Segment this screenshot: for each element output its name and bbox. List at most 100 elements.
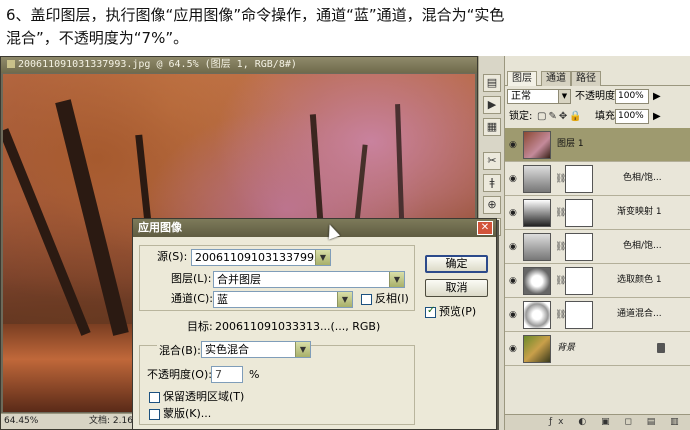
document-title-bar[interactable]: 200611091031337993.jpg @ 64.5% (图层 1, RG… bbox=[1, 57, 477, 73]
adjustment-thumbnail bbox=[523, 267, 551, 295]
eye-icon[interactable]: ◉ bbox=[509, 208, 519, 218]
close-icon[interactable]: ✕ bbox=[477, 221, 493, 235]
lock-icon bbox=[657, 343, 665, 353]
eye-icon[interactable]: ◉ bbox=[509, 140, 519, 150]
layer-row[interactable]: ◉ 图层 1 bbox=[505, 128, 690, 162]
document-title: 200611091031337993.jpg @ 64.5% (图层 1, RG… bbox=[18, 59, 297, 70]
blending-label: 混合(B): bbox=[157, 343, 203, 359]
invert-checkbox[interactable] bbox=[361, 294, 372, 305]
layer-row[interactable]: ◉ ⛓ 选取颜色 1 bbox=[505, 264, 690, 298]
layer-mask-thumbnail[interactable] bbox=[565, 301, 593, 329]
tutorial-caption: 6、盖印图层，执行图像“应用图像”命令操作，通道“蓝”通道，混合为“实色 混合”… bbox=[0, 0, 690, 56]
blend-mode-select[interactable]: 正常 ▼ bbox=[507, 89, 571, 104]
layer-mask-thumbnail[interactable] bbox=[565, 267, 593, 295]
preserve-transparency-label: 保留透明区域(T) bbox=[163, 390, 245, 403]
channel-value: 蓝 bbox=[217, 293, 228, 306]
caption-line-2: 混合”，不透明度为“7%”。 bbox=[6, 29, 189, 47]
caption-line-1: 6、盖印图层，执行图像“应用图像”命令操作，通道“蓝”通道，混合为“实色 bbox=[6, 6, 505, 24]
adjustment-thumbnail bbox=[523, 233, 551, 261]
tab-paths[interactable]: 路径 bbox=[571, 71, 601, 86]
opacity-label: 不透明度: bbox=[575, 91, 619, 102]
layer-comps-icon[interactable]: ▦ bbox=[483, 118, 501, 136]
eye-icon[interactable]: ◉ bbox=[509, 174, 519, 184]
layer-row[interactable]: ◉ ⛓ 色相/饱... bbox=[505, 162, 690, 196]
chevron-down-icon: ▼ bbox=[295, 342, 310, 357]
opacity-unit: % bbox=[249, 368, 260, 381]
layer-name: 色相/饱... bbox=[623, 241, 662, 251]
history-brush-icon[interactable]: ▤ bbox=[483, 74, 501, 92]
cancel-button[interactable]: 取消 bbox=[425, 279, 488, 297]
chevron-down-icon: ▼ bbox=[337, 292, 352, 307]
layer-name: 选取颜色 1 bbox=[617, 275, 662, 285]
opacity-label: 不透明度(O): bbox=[147, 368, 212, 381]
layer-name: 通道混合... bbox=[617, 309, 662, 319]
chevron-down-icon: ▼ bbox=[558, 90, 570, 103]
mask-checkbox[interactable] bbox=[149, 409, 160, 420]
fill-arrow-icon[interactable]: ▶ bbox=[653, 109, 661, 124]
dialog-title-bar[interactable]: 应用图像 bbox=[133, 219, 496, 237]
layer-row[interactable]: ◉ 背景 bbox=[505, 332, 690, 366]
document-icon bbox=[7, 60, 15, 68]
source-select[interactable]: 200611091031337993... ▼ bbox=[191, 249, 331, 266]
mask-label: 蒙版(K)... bbox=[163, 407, 212, 420]
eye-icon[interactable]: ◉ bbox=[509, 242, 519, 252]
brushes-icon[interactable]: ǂ bbox=[483, 174, 501, 192]
source-label: 源(S): bbox=[157, 250, 188, 263]
apply-image-dialog: 应用图像 ✕ 源(S): 200611091031337993... ▼ 图层(L… bbox=[132, 218, 497, 430]
adjustment-thumbnail bbox=[523, 301, 551, 329]
layer-name: 背景 bbox=[557, 343, 576, 353]
tab-layers[interactable]: 图层 bbox=[507, 71, 537, 86]
layer-label: 图层(L): bbox=[171, 272, 212, 285]
zoom-level[interactable]: 64.45% bbox=[4, 414, 38, 429]
fill-input[interactable]: 100% bbox=[615, 109, 649, 124]
layer-name: 图层 1 bbox=[557, 139, 584, 149]
layer-row[interactable]: ◉ ⛓ 渐变映射 1 bbox=[505, 196, 690, 230]
clone-source-icon[interactable]: ⊕ bbox=[483, 196, 501, 214]
layers-bottom-icons[interactable]: ƒx ◐ ▣ ◻ ▤ ▥ 🗑 bbox=[549, 417, 685, 430]
target-label: 目标: bbox=[187, 320, 213, 333]
adjustment-thumbnail bbox=[523, 199, 551, 227]
eye-icon[interactable]: ◉ bbox=[509, 344, 519, 354]
layer-value: 合并图层 bbox=[217, 273, 261, 286]
source-value: 200611091031337993... bbox=[195, 251, 331, 264]
lock-fill-row: 锁定: ▢✎✥🔒 填充: 100% ▶ bbox=[505, 107, 690, 129]
tool-presets-icon[interactable]: ✂ bbox=[483, 152, 501, 170]
invert-label: 反相(I) bbox=[375, 292, 409, 305]
opacity-value: 7 bbox=[215, 368, 222, 381]
preview-checkbox[interactable] bbox=[425, 305, 436, 318]
blend-opacity-row: 正常 ▼ 不透明度: 100% ▶ bbox=[505, 87, 690, 109]
channel-label: 通道(C): bbox=[171, 292, 213, 305]
layer-row[interactable]: ◉ ⛓ 色相/饱... bbox=[505, 230, 690, 264]
target-value: 200611091033313...(..., RGB) bbox=[215, 320, 381, 333]
layer-mask-thumbnail[interactable] bbox=[565, 165, 593, 193]
blend-mode-value: 正常 bbox=[511, 91, 531, 102]
eye-icon[interactable]: ◉ bbox=[509, 276, 519, 286]
opacity-input[interactable]: 7 bbox=[211, 366, 243, 383]
chevron-down-icon: ▼ bbox=[315, 250, 330, 265]
lock-label: 锁定: bbox=[509, 111, 533, 122]
layer-select[interactable]: 合并图层 ▼ bbox=[213, 271, 405, 288]
blending-select[interactable]: 实色混合 ▼ bbox=[201, 341, 311, 358]
layer-mask-thumbnail[interactable] bbox=[565, 233, 593, 261]
layer-name: 渐变映射 1 bbox=[617, 207, 662, 217]
layers-bottom-bar[interactable]: ƒx ◐ ▣ ◻ ▤ ▥ 🗑 bbox=[505, 414, 690, 430]
lock-icons[interactable]: ▢✎✥🔒 bbox=[537, 109, 584, 124]
channel-select[interactable]: 蓝 ▼ bbox=[213, 291, 353, 308]
preserve-transparency-checkbox[interactable] bbox=[149, 392, 160, 403]
actions-icon[interactable]: ▶ bbox=[483, 96, 501, 114]
adjustment-thumbnail bbox=[523, 165, 551, 193]
layers-panel: 图层 通道 路径 正常 ▼ 不透明度: 100% ▶ 锁定: ▢✎✥🔒 填充: 1… bbox=[504, 56, 690, 430]
chevron-down-icon: ▼ bbox=[389, 272, 404, 287]
layer-mask-thumbnail[interactable] bbox=[565, 199, 593, 227]
eye-icon[interactable]: ◉ bbox=[509, 310, 519, 320]
dialog-title: 应用图像 bbox=[138, 221, 182, 234]
opacity-arrow-icon[interactable]: ▶ bbox=[653, 89, 661, 104]
layer-thumbnail bbox=[523, 131, 551, 159]
tab-channels[interactable]: 通道 bbox=[541, 71, 571, 86]
blending-value: 实色混合 bbox=[205, 343, 249, 356]
opacity-input[interactable]: 100% bbox=[615, 89, 649, 104]
layer-row[interactable]: ◉ ⛓ 通道混合... bbox=[505, 298, 690, 332]
canvas-water-reflection bbox=[3, 324, 133, 412]
layer-name: 色相/饱... bbox=[623, 173, 662, 183]
ok-button[interactable]: 确定 bbox=[425, 255, 488, 273]
